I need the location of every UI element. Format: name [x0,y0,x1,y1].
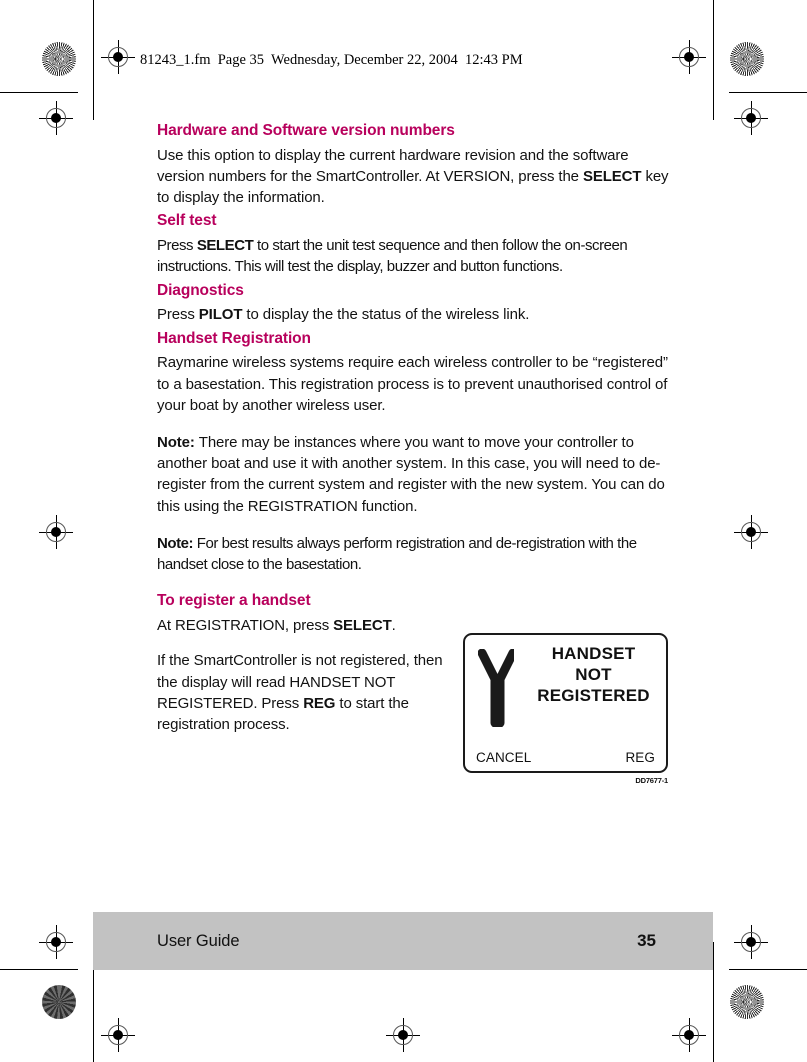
note-second: Note: For best results always perform reg… [157,533,675,575]
run-text: At REGISTRATION, press [157,617,334,635]
paragraph-hardware-software: Use this option to display the current h… [157,145,675,209]
run-text: to display the the status of the wireles… [242,306,530,324]
run-bold-select: SELECT [333,617,392,635]
registration-mark-top-left [101,40,135,74]
section-heading-handset-registration: Handset Registration [157,329,311,347]
run-bold-pilot: PILOT [198,306,243,324]
footer-title: User Guide [157,931,240,950]
lcd-message-line-1: HANDSET [551,644,636,663]
section-heading-to-register-a-handset: To register a handset [157,592,311,610]
page-footer: User Guide 35 [93,912,713,970]
trim-line-left [93,0,94,120]
antenna-icon [465,643,527,727]
run-text: . [391,617,396,635]
paragraph-self-test: Press SELECT to start the unit test sequ… [157,235,675,277]
trim-line-bottom-left [0,969,78,970]
lcd-message-line-3: REGISTERED [537,686,650,705]
file-stamp: 81243_1.fm Page 35 Wednesday, December 2… [140,52,523,68]
note-text: For best results always perform registra… [157,534,637,574]
paragraph-handset-registration: Raymarine wireless systems require each … [157,354,668,414]
registration-mark-mid-right [734,515,768,549]
note-first: Note: There may be instances where you wa… [157,432,675,517]
footer-page-number: 35 [637,931,656,950]
registration-mark-bottom-right [672,1018,706,1052]
section-heading-self-test: Self test [157,212,217,230]
registration-mark-lower-left [39,925,73,959]
registration-mark-lower-right [734,925,768,959]
trim-line-top-left [0,92,78,93]
registration-mark-mid-left [39,515,73,549]
star-target-top-left [42,42,76,76]
paragraph-diagnostics: Press PILOT to display the the status of… [157,304,675,325]
figure-handset-display: HANDSET NOT REGISTERED CANCEL REG DD7677… [463,633,670,785]
note-label: Note: [157,434,195,452]
lcd-message-line-2: NOT [575,665,612,684]
paragraph-not-registered: If the SmartController is not registered… [157,650,457,735]
section-heading-diagnostics: Diagnostics [157,281,244,299]
softkey-reg[interactable]: REG [625,750,655,765]
lcd-softkey-row: CANCEL REG [465,750,666,765]
trim-line-bottom-right [729,969,807,970]
section-heading-hardware-software: Hardware and Software version numbers [157,122,455,139]
registration-mark-upper-left [39,101,73,135]
trim-line-top-right [729,92,807,93]
trim-line-right [713,0,714,120]
figure-reference: DD7677-1 [635,776,668,785]
run-text: Use this option to display the current h… [157,146,629,186]
note-label: Note: [157,534,194,552]
star-target-top-right [730,42,764,76]
trim-line-right-bottom [713,942,714,1062]
softkey-cancel[interactable]: CANCEL [476,750,531,765]
run-bold-select: SELECT [196,237,254,255]
note-text: There may be instances where you want to… [157,434,665,515]
registration-mark-bottom-center [386,1018,420,1052]
registration-mark-top-right [672,40,706,74]
registration-mark-upper-right [734,101,768,135]
run-bold-select: SELECT [582,168,642,186]
star-target-bottom-right [730,985,764,1019]
run-text: Press [157,237,197,255]
lcd-message: HANDSET NOT REGISTERED [527,643,666,706]
run-bold-reg: REG [303,694,336,712]
registration-mark-bottom-left [101,1018,135,1052]
run-text: Press [157,306,199,324]
document-page: 81243_1.fm Page 35 Wednesday, December 2… [0,0,807,1062]
lcd-screen: HANDSET NOT REGISTERED CANCEL REG [463,633,668,773]
lcd-content: HANDSET NOT REGISTERED [465,643,666,727]
star-target-bottom-left [42,985,76,1019]
